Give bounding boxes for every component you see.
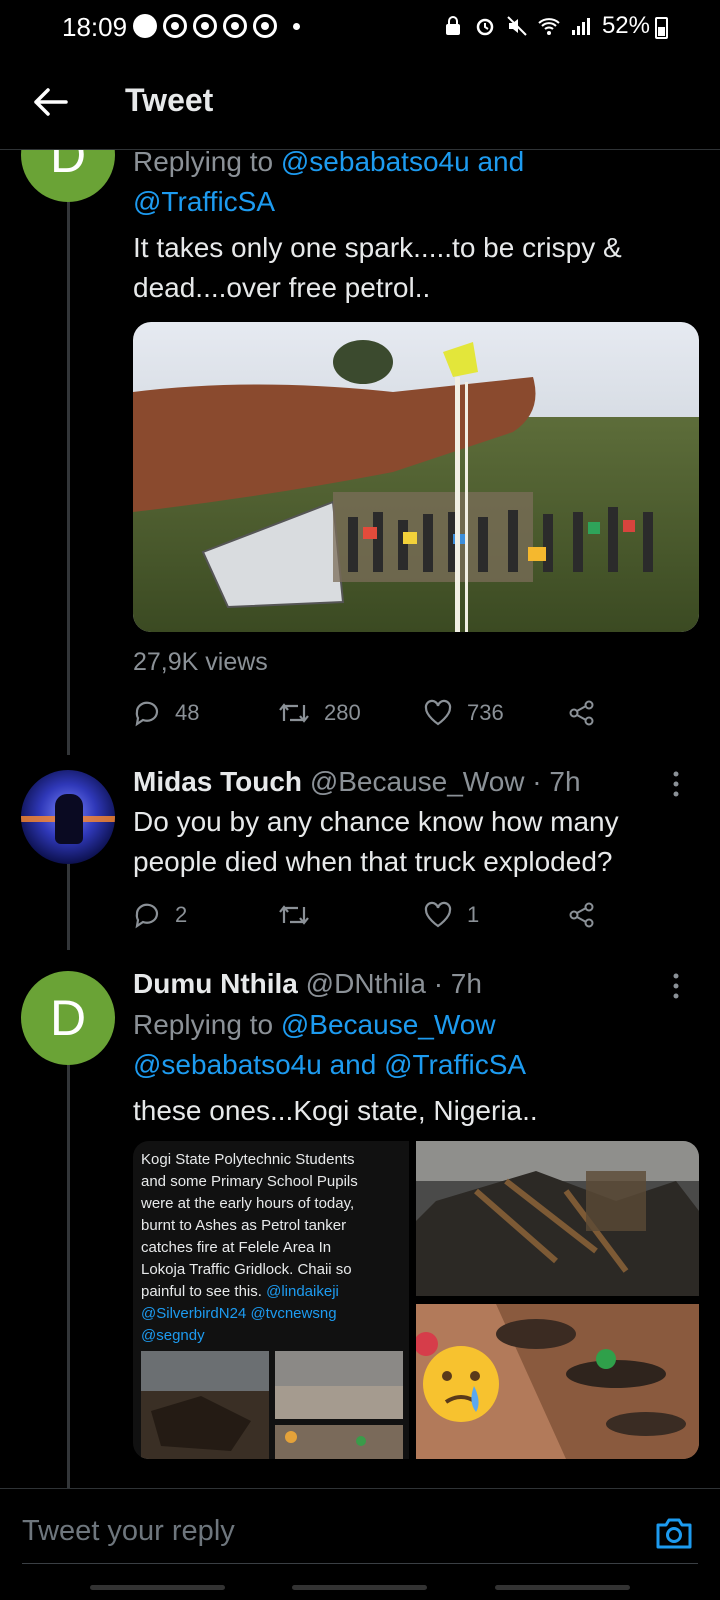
avatar[interactable]: D bbox=[21, 971, 115, 1065]
lock-icon bbox=[445, 16, 460, 35]
reply-input[interactable]: Tweet your reply bbox=[22, 1515, 235, 1548]
tweet-actions: 48 280 736 bbox=[133, 693, 613, 733]
heart-icon bbox=[424, 699, 452, 726]
mention-link[interactable]: @sebabatso4u bbox=[281, 146, 470, 177]
share-button[interactable] bbox=[568, 699, 596, 727]
tweet-time: · 7h bbox=[532, 766, 581, 797]
share-button[interactable] bbox=[568, 901, 596, 929]
tweet-header: Midas Touch @Because_Wow · 7h bbox=[133, 762, 581, 802]
replying-to: Replying to @Because_Wow bbox=[133, 1009, 496, 1040]
mention-link[interactable]: @Because_Wow bbox=[281, 1009, 496, 1040]
tweet-image-grid: Kogi State Polytechnic Students and some… bbox=[133, 1141, 699, 1459]
retweet-icon bbox=[279, 703, 309, 723]
signal-icon bbox=[571, 18, 590, 35]
tweet-body: these ones...Kogi state, Nigeria.. bbox=[133, 1095, 538, 1126]
back-arrow-icon[interactable] bbox=[30, 82, 70, 122]
input-underline bbox=[22, 1563, 698, 1564]
more-notifications-icon bbox=[293, 22, 300, 30]
thread-line bbox=[67, 850, 70, 950]
top-bar: Tweet bbox=[0, 54, 720, 150]
notification-icon bbox=[253, 14, 277, 38]
display-name[interactable]: Dumu Nthila bbox=[133, 968, 298, 999]
like-button[interactable]: 1 bbox=[423, 901, 568, 929]
heart-icon bbox=[424, 901, 452, 928]
tweet-actions: 2 1 bbox=[133, 895, 613, 935]
retweet-button[interactable]: 280 bbox=[278, 699, 423, 727]
notification-icon bbox=[223, 14, 247, 38]
tweet-header: Dumu Nthila @DNthila · 7h bbox=[133, 964, 482, 1004]
nav-handle bbox=[292, 1585, 427, 1590]
mention-link[interactable]: @TrafficSA bbox=[133, 186, 275, 217]
wifi-icon bbox=[538, 18, 560, 35]
share-icon bbox=[569, 700, 594, 726]
more-options-icon[interactable] bbox=[672, 770, 680, 798]
share-icon bbox=[569, 902, 594, 928]
thread-line bbox=[67, 1048, 70, 1488]
retweet-count: 280 bbox=[324, 700, 361, 725]
display-name[interactable]: Midas Touch bbox=[133, 766, 302, 797]
video-thumbnail bbox=[133, 322, 699, 632]
user-handle[interactable]: @Because_Wow bbox=[310, 766, 525, 797]
like-count: 1 bbox=[467, 902, 480, 927]
tweet-image[interactable] bbox=[416, 1304, 699, 1459]
battery-percent: 52% bbox=[601, 12, 650, 39]
messenger-icon bbox=[133, 14, 157, 38]
more-options-icon[interactable] bbox=[672, 972, 680, 1000]
notification-icon bbox=[163, 14, 187, 38]
tweet-body-line: It takes only one spark.....to be crispy… bbox=[133, 232, 622, 263]
battery-icon bbox=[655, 17, 668, 39]
mention-link[interactable]: @sebabatso4u bbox=[133, 1049, 322, 1080]
reply-button[interactable]: 2 bbox=[133, 901, 278, 929]
tweet-image[interactable] bbox=[416, 1141, 699, 1296]
reply-icon bbox=[135, 903, 159, 929]
embedded-photos bbox=[141, 1351, 403, 1459]
reply-count: 2 bbox=[175, 902, 188, 927]
mention-link[interactable]: @TrafficSA bbox=[384, 1049, 526, 1080]
like-count: 736 bbox=[467, 700, 504, 725]
system-icons: 52% bbox=[442, 12, 650, 40]
user-handle[interactable]: @DNthila bbox=[306, 968, 426, 999]
avatar[interactable] bbox=[21, 770, 115, 864]
view-count: 27,9K views bbox=[133, 648, 268, 676]
like-button[interactable]: 736 bbox=[423, 699, 568, 727]
nav-handle bbox=[90, 1585, 225, 1590]
mute-icon bbox=[507, 16, 527, 36]
notification-icon bbox=[193, 14, 217, 38]
retweet-button[interactable] bbox=[278, 901, 423, 929]
reply-count: 48 bbox=[175, 700, 200, 725]
status-time: 18:09 bbox=[62, 12, 128, 42]
tweet-body-line: Do you by any chance know how many bbox=[133, 806, 619, 837]
image-caption: Kogi State Polytechnic Students and some… bbox=[141, 1151, 358, 1344]
tweet-body-line: people died when that truck exploded? bbox=[133, 846, 613, 877]
tweet-image[interactable]: Kogi State Polytechnic Students and some… bbox=[133, 1141, 409, 1459]
replying-to-line2: @sebabatso4u and @TrafficSA bbox=[133, 1049, 527, 1080]
page-title: Tweet bbox=[125, 82, 214, 118]
alarm-icon bbox=[476, 18, 494, 36]
reply-icon bbox=[135, 701, 159, 727]
notification-icons bbox=[133, 14, 300, 38]
reply-compose-bar: Tweet your reply bbox=[0, 1488, 720, 1600]
reply-button[interactable]: 48 bbox=[133, 699, 278, 727]
nav-handle bbox=[495, 1585, 630, 1590]
tweet-time: · 7h bbox=[433, 968, 482, 999]
replying-to-line2: @TrafficSA bbox=[133, 182, 275, 222]
status-bar: 18:09 52% bbox=[0, 0, 720, 54]
retweet-icon bbox=[279, 905, 309, 925]
thread-line bbox=[67, 200, 70, 755]
tweet-body-line: dead....over free petrol.. bbox=[133, 272, 431, 303]
camera-icon[interactable] bbox=[654, 1513, 694, 1553]
tweet-video[interactable] bbox=[133, 322, 699, 632]
